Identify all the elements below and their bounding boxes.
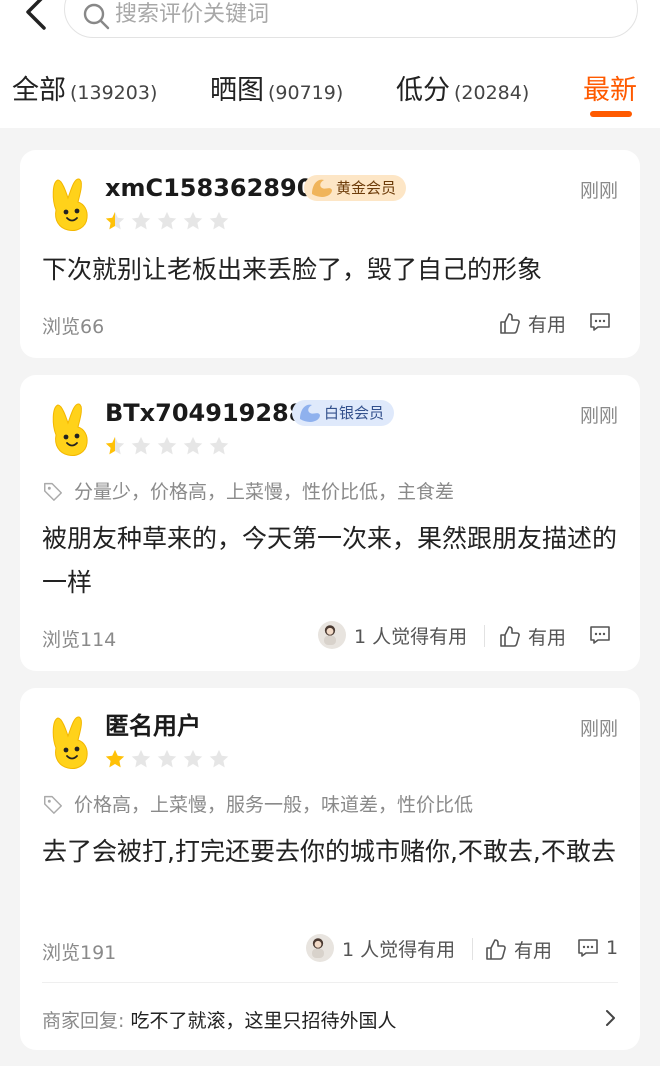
mascot-avatar-icon — [52, 403, 88, 456]
tags-text: 价格高，上菜慢，服务一般，味道差，性价比低 — [74, 794, 474, 816]
star-icon — [209, 749, 229, 768]
star-icon — [157, 436, 177, 455]
tab-low-score[interactable]: 低分 (20284) — [396, 68, 529, 108]
silver-badge-icon — [300, 404, 320, 422]
reply-text: 吃不了就滚，这里只招待外国人 — [130, 1010, 397, 1032]
star-icon — [183, 436, 203, 455]
tab-label: 低分 — [396, 75, 450, 106]
badge-label: 白银会员 — [324, 404, 385, 422]
review-card: 匿名用户 刚刚 价格高，上菜慢，服务一般，味道差，性价比低 去了会被打,打完还要… — [20, 688, 640, 1050]
tag-icon — [44, 482, 62, 501]
star-rating — [104, 748, 234, 770]
view-count: 浏览191 — [42, 942, 117, 964]
active-tab-indicator — [590, 111, 632, 117]
reply-label: 商家回复: — [42, 1010, 125, 1032]
review-time: 刚刚 — [579, 405, 618, 427]
divider — [42, 982, 618, 983]
user-avatar — [306, 934, 334, 962]
tag-icon — [44, 795, 62, 814]
divider — [472, 938, 473, 960]
view-count: 浏览114 — [42, 629, 117, 651]
star-rating — [104, 210, 234, 232]
comment-button[interactable]: 1 — [576, 936, 618, 960]
search-icon — [83, 3, 110, 30]
star-icon — [209, 436, 229, 455]
filter-tabs: 全部 (139203) 晒图 (90719) 低分 (20284) 最新 — [0, 62, 660, 122]
helpful-people[interactable]: 1 人觉得有用 — [318, 621, 467, 649]
tab-count: (90719) — [268, 82, 344, 104]
back-arrow-icon[interactable] — [18, 0, 58, 36]
top-bar: 搜索评价关键词 全部 (139203) 晒图 (90719) 低分 (20284… — [0, 0, 660, 128]
comment-button[interactable] — [588, 623, 618, 647]
comment-button[interactable] — [588, 310, 618, 334]
comment-icon — [590, 626, 610, 644]
user-avatar — [318, 621, 346, 649]
tab-label: 全部 — [12, 75, 66, 106]
star-icon — [157, 749, 177, 768]
tab-photos[interactable]: 晒图 (90719) — [210, 68, 343, 108]
useful-label: 有用 — [514, 940, 553, 962]
useful-label: 有用 — [528, 627, 567, 649]
username[interactable]: xmC158362890 — [105, 172, 313, 204]
review-card: BTx704919288 白银会员 刚刚 分量少，价格高，上菜慢，性价比低，主食… — [20, 375, 640, 671]
member-badge: 白银会员 — [292, 400, 395, 426]
star-icon — [209, 211, 229, 230]
review-text[interactable]: 下次就别让老板出来丢脸了，毁了自己的形象 — [42, 248, 622, 292]
review-time: 刚刚 — [579, 180, 618, 202]
review-time: 刚刚 — [579, 718, 618, 740]
star-icon — [183, 211, 203, 230]
thumbs-up-icon — [486, 938, 506, 960]
star-icon — [105, 749, 125, 768]
comment-icon — [578, 939, 598, 957]
helpful-count: 1 人觉得有用 — [342, 938, 456, 961]
thumbs-up-icon — [500, 625, 520, 647]
star-icon — [157, 211, 177, 230]
useful-button[interactable]: 有用 — [498, 623, 566, 650]
review-card: xmC158362890 黄金会员 刚刚 下次就别让老板出来丢脸了，毁了自己的形… — [20, 150, 640, 358]
tags-text: 分量少，价格高，上菜慢，性价比低，主食差 — [74, 481, 455, 503]
comment-count: 1 — [606, 937, 619, 959]
gold-badge-icon — [312, 179, 332, 197]
review-tags: 分量少，价格高，上菜慢，性价比低，主食差 — [42, 477, 454, 504]
review-tags: 价格高，上菜慢，服务一般，味道差，性价比低 — [42, 790, 473, 817]
divider — [484, 625, 485, 647]
helpful-people[interactable]: 1 人觉得有用 — [306, 934, 455, 962]
star-icon — [183, 749, 203, 768]
tab-label: 晒图 — [210, 75, 264, 106]
star-icon — [105, 211, 125, 230]
merchant-reply[interactable]: 商家回复: 吃不了就滚，这里只招待外国人 — [42, 1006, 396, 1033]
thumbs-up-icon — [500, 312, 520, 334]
mascot-avatar-icon — [52, 178, 88, 231]
username[interactable]: 匿名用户 — [105, 710, 201, 742]
star-rating — [104, 435, 234, 457]
tab-latest[interactable]: 最新 — [583, 68, 637, 108]
review-text[interactable]: 去了会被打,打完还要去你的城市赌你,不敢去,不敢去 — [42, 830, 622, 874]
badge-label: 黄金会员 — [336, 179, 397, 197]
chevron-right-icon[interactable] — [600, 1008, 620, 1028]
tab-count: (139203) — [70, 82, 158, 104]
star-icon — [131, 749, 151, 768]
star-icon — [105, 436, 125, 455]
search-placeholder: 搜索评价关键词 — [115, 2, 270, 27]
useful-label: 有用 — [528, 314, 567, 336]
mascot-avatar-icon — [52, 716, 88, 769]
search-input[interactable]: 搜索评价关键词 — [64, 0, 638, 38]
member-badge: 黄金会员 — [304, 175, 407, 201]
useful-button[interactable]: 有用 — [498, 310, 566, 337]
tab-count: (20284) — [454, 82, 530, 104]
useful-button[interactable]: 有用 — [484, 936, 552, 963]
tab-all[interactable]: 全部 (139203) — [12, 68, 157, 108]
star-icon — [131, 436, 151, 455]
helpful-count: 1 人觉得有用 — [354, 625, 468, 648]
tab-label: 最新 — [583, 75, 637, 106]
username[interactable]: BTx704919288 — [105, 397, 305, 429]
star-icon — [131, 211, 151, 230]
review-text[interactable]: 被朋友种草来的，今天第一次来，果然跟朋友描述的一样 — [42, 517, 622, 605]
view-count: 浏览66 — [42, 316, 105, 338]
comment-icon — [590, 313, 610, 331]
